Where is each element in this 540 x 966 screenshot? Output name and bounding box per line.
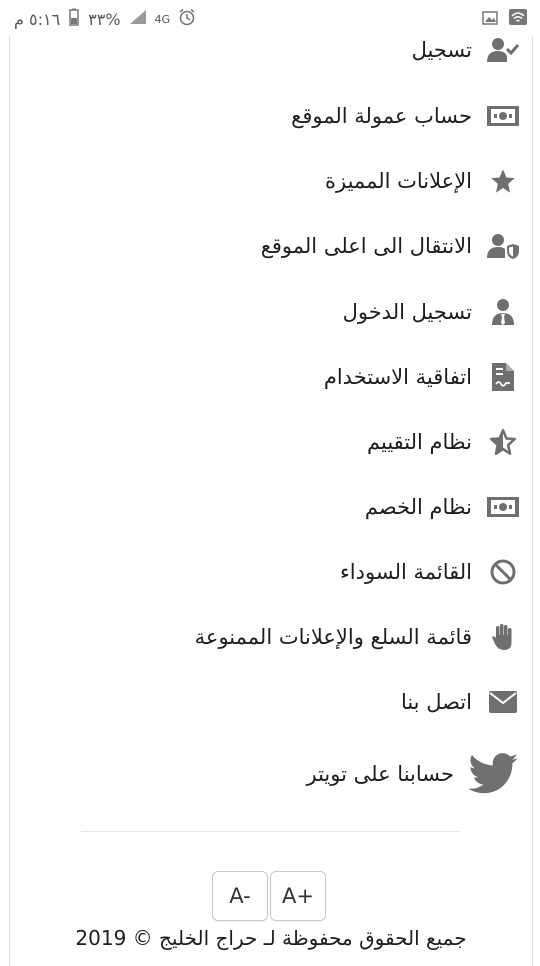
side-menu-panel: تسجيل حساب عمولة الموقع الإعلانات المميز… [9,36,533,966]
ban-icon [486,555,520,589]
file-contract-icon [486,360,520,394]
menu-item-terms[interactable]: اتفاقية الاستخدام [10,349,532,405]
money-bill-icon [486,490,520,524]
twitter-icon [468,751,520,797]
menu-item-label: اتصل بنا [400,690,472,714]
menu-item-label: القائمة السوداء [339,560,472,584]
star-outline-icon [486,425,520,459]
star-icon [486,164,520,198]
menu-item-twitter[interactable]: حسابنا على تويتر [10,741,532,807]
menu-item-rating-system[interactable]: نظام التقييم [10,414,532,470]
user-check-icon [486,33,520,67]
hand-icon [486,620,520,654]
menu-item-login[interactable]: تسجيل الدخول [10,284,532,340]
menu-item-prohibited-items[interactable]: قائمة السلع والإعلانات الممنوعة [10,609,532,665]
menu-item-commission-calculator[interactable]: حساب عمولة الموقع [10,88,532,144]
menu-item-discount-system[interactable]: نظام الخصم [10,479,532,535]
menu-item-register[interactable]: تسجيل [10,22,532,78]
footer-divider [81,831,461,832]
envelope-icon [486,685,520,719]
menu-item-label: تسجيل الدخول [342,300,472,324]
menu-item-label: قائمة السلع والإعلانات الممنوعة [194,625,472,649]
menu-item-label: نظام الخصم [364,495,472,519]
menu-item-scroll-to-top[interactable]: الانتقال الى اعلى الموقع [10,218,532,274]
menu-item-label: الإعلانات المميزة [325,169,472,193]
user-shield-icon [486,229,520,263]
user-tie-icon [486,295,520,329]
menu-item-label: حسابنا على تويتر [306,762,455,786]
font-size-controls: A- A+ [212,871,326,921]
money-bill-icon [486,99,520,133]
menu-item-featured-ads[interactable]: الإعلانات المميزة [10,153,532,209]
copyright-text: جميع الحقوق محفوظة لـ حراج الخليج © 2019 [75,926,467,950]
menu-item-contact-us[interactable]: اتصل بنا [10,674,532,730]
font-increase-button[interactable]: A+ [270,871,326,921]
menu-item-label: اتفاقية الاستخدام [323,365,472,389]
menu-item-label: الانتقال الى اعلى الموقع [260,234,472,258]
font-decrease-button[interactable]: A- [212,871,268,921]
menu-item-label: حساب عمولة الموقع [291,104,472,128]
menu-item-label: تسجيل [411,38,472,62]
menu-item-label: نظام التقييم [367,430,472,454]
menu-item-blacklist[interactable]: القائمة السوداء [10,544,532,600]
